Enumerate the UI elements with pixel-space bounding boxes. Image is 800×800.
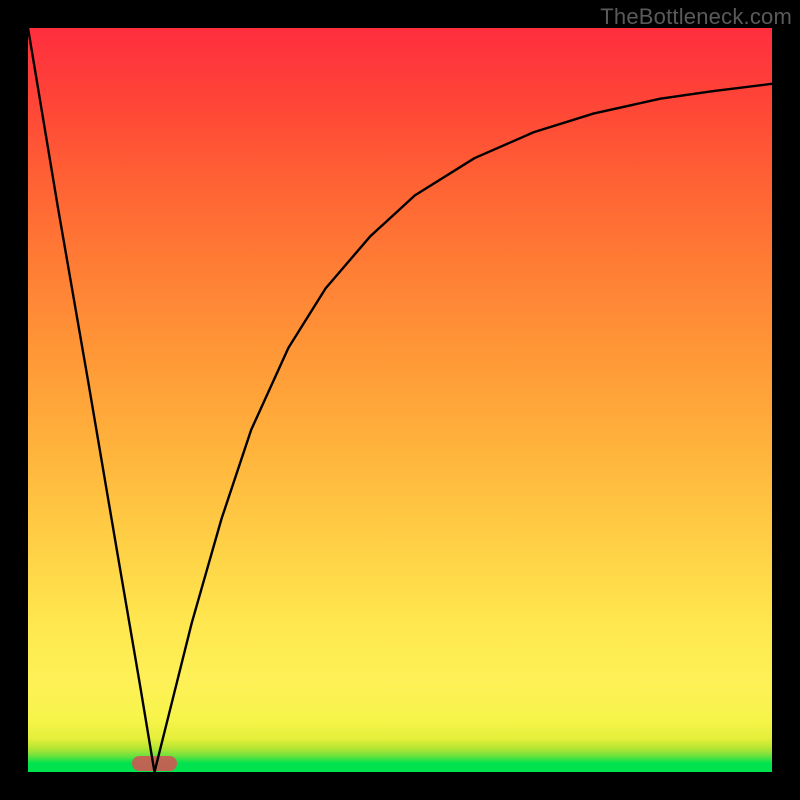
watermark-text: TheBottleneck.com — [600, 4, 792, 30]
bottleneck-curve — [28, 28, 772, 772]
curve-right-branch — [154, 84, 772, 772]
chart-frame: TheBottleneck.com — [0, 0, 800, 800]
plot-area — [28, 28, 772, 772]
curve-left-branch — [28, 28, 154, 772]
